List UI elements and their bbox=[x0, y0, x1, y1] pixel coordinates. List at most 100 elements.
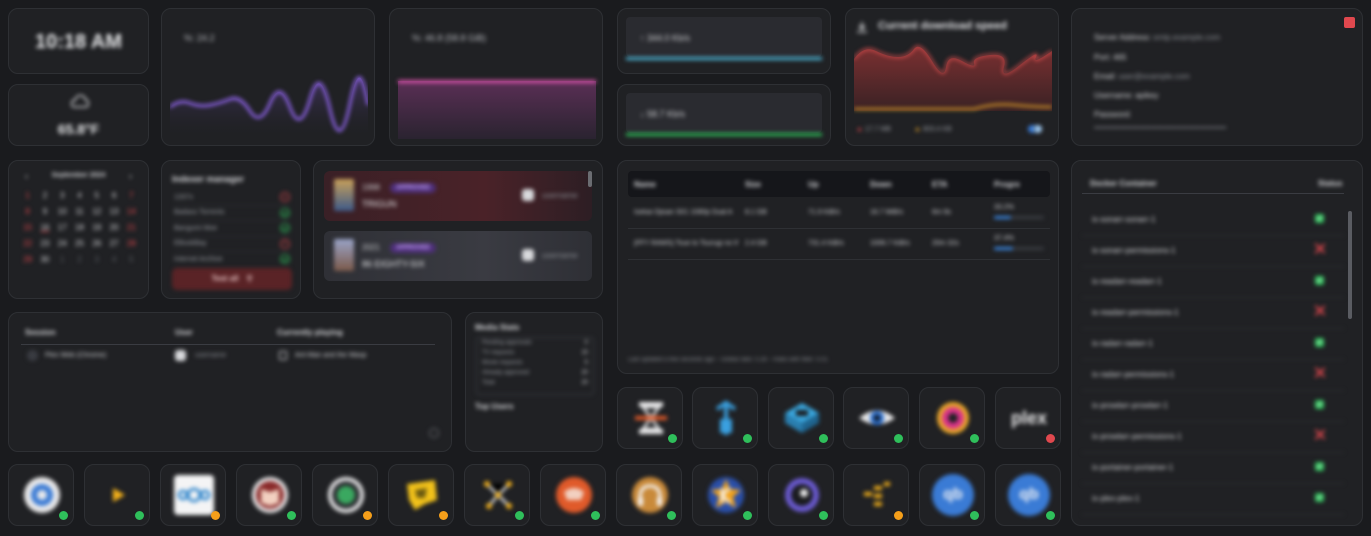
uploaded-total: 803.4 KB bbox=[922, 126, 952, 133]
status-online-dot bbox=[970, 434, 979, 443]
col-up[interactable]: Up bbox=[808, 180, 819, 189]
indexer-name: Internet Archive bbox=[174, 255, 223, 263]
calendar-day[interactable]: 10 bbox=[54, 207, 71, 216]
container-row[interactable]: ix-radarr-permissions-1 bbox=[1082, 359, 1344, 391]
calendar-day-today[interactable]: 16 bbox=[36, 223, 53, 232]
test-all-button[interactable]: Test all ⚲ bbox=[172, 268, 292, 290]
calendar-day[interactable]: 8 bbox=[19, 207, 36, 216]
stopped-x-icon bbox=[1314, 305, 1325, 316]
stat-label: TV requests bbox=[482, 350, 515, 356]
calendar-day[interactable]: 26 bbox=[88, 239, 105, 248]
app-tile-plex[interactable]: plex bbox=[995, 387, 1061, 449]
calendar-day[interactable]: 24 bbox=[54, 239, 71, 248]
scrollbar-thumb[interactable] bbox=[588, 171, 592, 187]
col-eta[interactable]: ETA bbox=[932, 180, 947, 189]
container-row[interactable]: ix-prowlarr-permissions-1 bbox=[1082, 421, 1344, 453]
calendar-day[interactable]: 25 bbox=[71, 239, 88, 248]
col-size[interactable]: Size bbox=[745, 180, 761, 189]
app-tile-komga[interactable] bbox=[692, 464, 758, 526]
col-progress[interactable]: Progre bbox=[994, 180, 1020, 189]
app-tile-audiobookshelf[interactable] bbox=[616, 464, 682, 526]
request-item[interactable]: 1998 APPROVED TRIGUN username bbox=[324, 171, 592, 221]
download-speed-graph bbox=[854, 45, 1052, 111]
app-tile-qbittorrent-2[interactable]: qb bbox=[995, 464, 1061, 526]
refresh-icon[interactable] bbox=[429, 428, 439, 438]
container-row[interactable]: ix-readarr-permissions-1 bbox=[1082, 297, 1344, 329]
app-tile-transmission[interactable] bbox=[692, 387, 758, 449]
calendar-day[interactable]: 14 bbox=[123, 207, 140, 216]
top-users-title: Top Users bbox=[475, 402, 514, 411]
next-month-icon[interactable]: › bbox=[129, 171, 132, 181]
app-tile-readarr[interactable] bbox=[236, 464, 302, 526]
calendar-day[interactable]: 23 bbox=[36, 239, 53, 248]
container-row[interactable]: ix-readarr-readarr-1 bbox=[1082, 266, 1344, 298]
app-tile-sonarr[interactable] bbox=[312, 464, 378, 526]
calendar-day[interactable]: 1 bbox=[19, 191, 36, 200]
weather-widget: 65.8°F bbox=[8, 84, 149, 146]
container-row[interactable]: ix-plex-plex-1 bbox=[1082, 483, 1344, 515]
calendar-day[interactable]: 29 bbox=[19, 255, 36, 264]
calendar-day[interactable]: 21 bbox=[123, 223, 140, 232]
calendar-day[interactable]: 9 bbox=[36, 207, 53, 216]
container-row[interactable]: ix-radarr-radarr-1 bbox=[1082, 328, 1344, 360]
calendar-day[interactable]: 4 bbox=[71, 191, 88, 200]
calendar-day[interactable]: 5 bbox=[123, 255, 140, 264]
request-item[interactable]: 2021 APPROVED 86 EIGHTY-SIX username bbox=[324, 231, 592, 281]
container-row[interactable]: ix-sonarr-permissions-1 bbox=[1082, 235, 1344, 267]
calendar-day[interactable]: 17 bbox=[54, 223, 71, 232]
calendar-day[interactable]: 27 bbox=[105, 239, 122, 248]
calendar-day[interactable]: 7 bbox=[123, 191, 140, 200]
calendar-day[interactable]: 2 bbox=[71, 255, 88, 264]
calendar-day[interactable]: 6 bbox=[105, 191, 122, 200]
calendar-day[interactable]: 1 bbox=[54, 255, 71, 264]
app-tile-prowlarr[interactable] bbox=[768, 464, 834, 526]
edit-icon[interactable] bbox=[1344, 17, 1355, 28]
app-tile-sabnzbd[interactable] bbox=[617, 387, 683, 449]
docker-widget: Docker Container Status ix-sonarr-sonarr… bbox=[1071, 160, 1363, 526]
calendar-day[interactable]: 12 bbox=[88, 207, 105, 216]
app-tile-jackett[interactable] bbox=[388, 464, 454, 526]
app-tile-mylar[interactable] bbox=[540, 464, 606, 526]
app-tile-tdarr[interactable] bbox=[843, 464, 909, 526]
container-row[interactable]: ix-portainer-portainer-1 bbox=[1082, 452, 1344, 484]
calendar-day[interactable]: 3 bbox=[54, 191, 71, 200]
app-tile-nextcloud[interactable] bbox=[160, 464, 226, 526]
app-tile-eye[interactable] bbox=[843, 387, 909, 449]
sabnzbd-icon bbox=[635, 402, 667, 434]
calendar-day[interactable]: 28 bbox=[123, 239, 140, 248]
torrent-eta: 20m 32s bbox=[932, 240, 959, 247]
calendar-day[interactable]: 18 bbox=[71, 223, 88, 232]
session-playing: Ant-Man and the Wasp bbox=[295, 352, 367, 359]
col-down[interactable]: Down bbox=[870, 180, 892, 189]
calendar-day[interactable]: 19 bbox=[88, 223, 105, 232]
app-tile-overseerr[interactable] bbox=[8, 464, 74, 526]
calendar-day[interactable]: 22 bbox=[19, 239, 36, 248]
calendar-day[interactable]: 2 bbox=[36, 191, 53, 200]
calendar-day[interactable]: 15 bbox=[19, 223, 36, 232]
table-row[interactable]: [FFY RAWS] Tsue to Tsurugi no W 2.4 GB 7… bbox=[628, 229, 1050, 260]
app-tile-player[interactable] bbox=[84, 464, 150, 526]
download-speed: ↓ 58.7 Kb/s bbox=[640, 109, 686, 119]
status-online-dot bbox=[819, 434, 828, 443]
container-row[interactable]: ix-prowlarr-prowlarr-1 bbox=[1082, 390, 1344, 422]
calendar-day[interactable]: 13 bbox=[105, 207, 122, 216]
app-tile-lidarr[interactable] bbox=[919, 387, 985, 449]
app-tile-portainer[interactable] bbox=[768, 387, 834, 449]
table-row[interactable]: Plex Web (Chrome) username Ant-Man and t… bbox=[21, 345, 435, 367]
calendar-day[interactable]: 3 bbox=[88, 255, 105, 264]
request-user: username bbox=[542, 251, 578, 260]
stopped-x-icon bbox=[1314, 367, 1325, 378]
status-warning-dot bbox=[439, 511, 448, 520]
calendar-day[interactable]: 11 bbox=[71, 207, 88, 216]
container-row[interactable]: ix-sonarr-sonarr-1 bbox=[1082, 204, 1344, 236]
calendar-day[interactable]: 30 bbox=[36, 255, 53, 264]
table-row[interactable]: Isekai Ojisan S01 1080p Dual A 8.1 GB 71… bbox=[628, 198, 1050, 229]
calendar-day[interactable]: 4 bbox=[105, 255, 122, 264]
calendar-day[interactable]: 20 bbox=[105, 223, 122, 232]
app-tile-graph[interactable] bbox=[464, 464, 530, 526]
scrollbar-thumb[interactable] bbox=[1348, 211, 1352, 319]
col-name[interactable]: Name bbox=[634, 180, 656, 189]
calendar-day[interactable]: 5 bbox=[88, 191, 105, 200]
app-tile-qbittorrent-1[interactable]: qb bbox=[919, 464, 985, 526]
torrent-up: 71.9 KiB/s bbox=[808, 209, 840, 216]
